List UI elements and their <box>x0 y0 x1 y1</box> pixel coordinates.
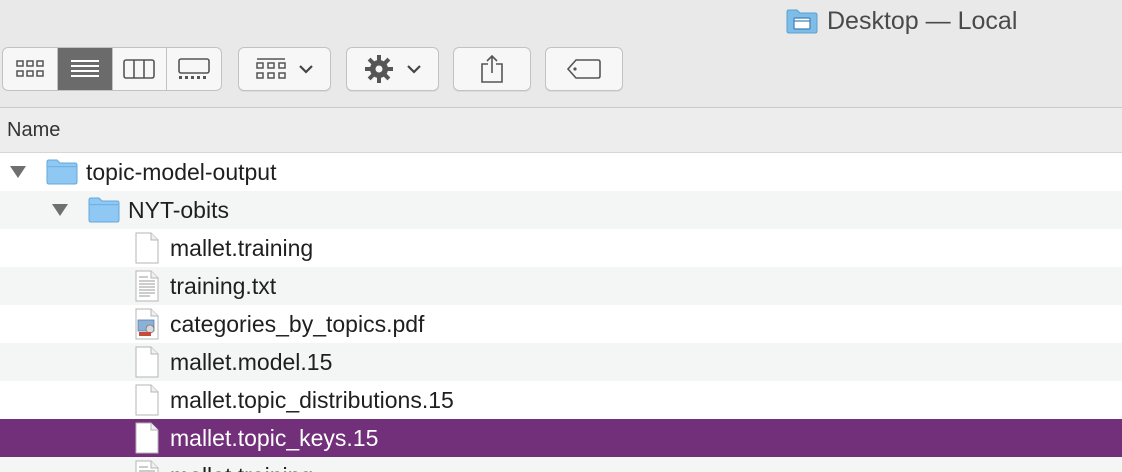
share-icon <box>481 54 503 83</box>
list-header: Name <box>0 108 1122 153</box>
list-lines-icon <box>70 60 99 77</box>
group-by-button[interactable] <box>238 47 331 91</box>
item-label: mallet.topic_distributions.15 <box>170 387 454 413</box>
document-icon <box>135 346 159 378</box>
pdf-document-icon <box>135 308 159 340</box>
desktop-folder-icon <box>786 9 818 34</box>
item-label: mallet.training <box>170 235 314 261</box>
window-title: Desktop — Local <box>786 4 1017 38</box>
item-label: topic-model-output <box>86 159 277 185</box>
toolbar: Desktop — Local <box>0 0 1122 108</box>
list-item-categories-pdf[interactable]: categories_by_topics.pdf <box>0 305 1122 343</box>
list-item-mallet-training[interactable]: mallet.training <box>0 229 1122 267</box>
list-item-mallet-training-2[interactable]: mallet.training <box>0 457 1122 472</box>
folder-icon <box>46 159 78 185</box>
icon-view-button[interactable] <box>3 48 58 90</box>
item-label: mallet.model.15 <box>170 349 333 375</box>
chevron-down-icon <box>298 65 313 74</box>
gallery-icon <box>178 58 210 79</box>
columns-icon <box>123 59 156 79</box>
icon-grid-icon <box>16 60 44 77</box>
gear-icon <box>364 55 393 83</box>
window-title-text: Desktop — Local <box>827 6 1018 35</box>
folder-icon <box>88 197 120 223</box>
disclosure-triangle-down-icon[interactable] <box>51 203 69 217</box>
group-grid-icon <box>255 58 286 79</box>
disclosure-triangle-down-icon[interactable] <box>9 165 27 179</box>
list-item-topic-model-output[interactable]: topic-model-output <box>0 153 1122 191</box>
document-icon <box>135 422 159 454</box>
file-list: topic-model-output NYT-obits mallet.trai… <box>0 153 1122 472</box>
item-label: NYT-obits <box>128 197 229 223</box>
view-mode-control <box>2 47 222 91</box>
item-label: mallet.topic_keys.15 <box>170 425 379 451</box>
column-view-button[interactable] <box>113 48 168 90</box>
document-icon <box>135 232 159 264</box>
tag-icon <box>566 59 601 79</box>
text-document-icon <box>135 460 159 472</box>
tags-button[interactable] <box>545 47 623 91</box>
item-label: categories_by_topics.pdf <box>170 311 425 337</box>
list-item-training-txt[interactable]: training.txt <box>0 267 1122 305</box>
gallery-view-button[interactable] <box>167 48 221 90</box>
chevron-down-icon <box>406 65 421 74</box>
finder-window: Desktop — Local Name topic-model-output … <box>0 0 1122 472</box>
list-item-mallet-topic-distributions-15[interactable]: mallet.topic_distributions.15 <box>0 381 1122 419</box>
item-label: mallet.training <box>170 463 313 472</box>
name-column-header[interactable]: Name <box>7 119 60 142</box>
list-item-mallet-topic-keys-15[interactable]: mallet.topic_keys.15 <box>0 419 1122 457</box>
item-label: training.txt <box>170 273 277 299</box>
share-button[interactable] <box>453 47 531 91</box>
action-gear-button[interactable] <box>346 47 439 91</box>
list-item-mallet-model-15[interactable]: mallet.model.15 <box>0 343 1122 381</box>
list-view-button[interactable] <box>57 48 113 90</box>
text-document-icon <box>135 270 159 302</box>
list-item-nyt-obits[interactable]: NYT-obits <box>0 191 1122 229</box>
document-icon <box>135 384 159 416</box>
